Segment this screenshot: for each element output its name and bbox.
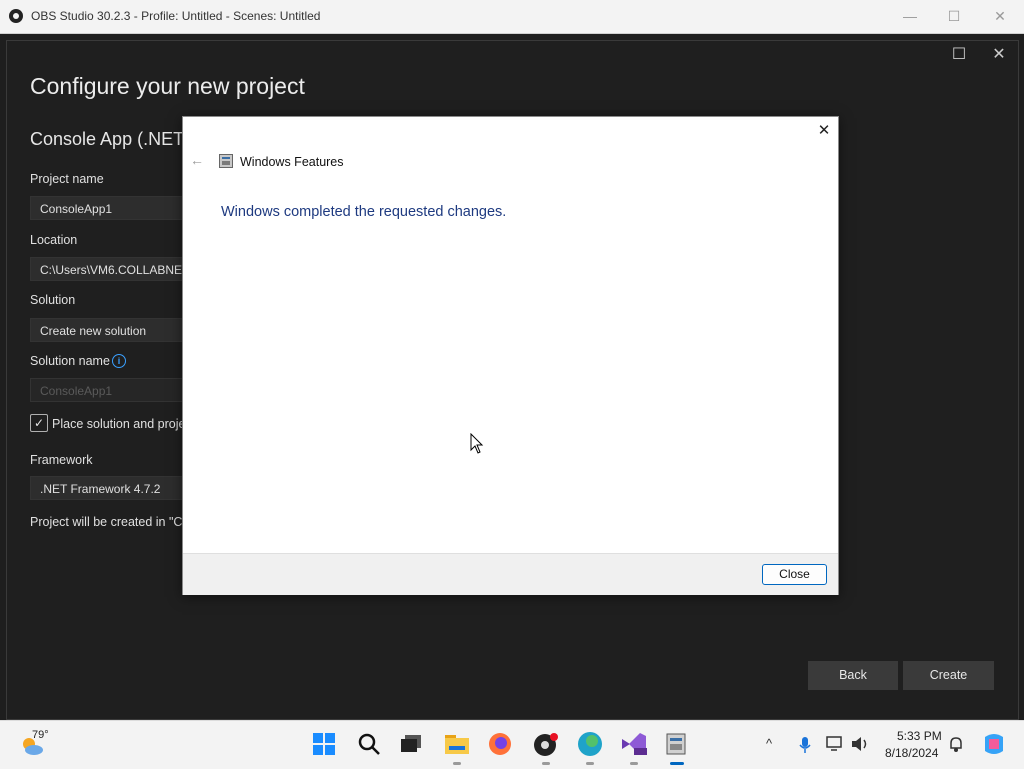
back-arrow-icon[interactable]: ← xyxy=(189,152,205,168)
weather-temperature: 79° xyxy=(32,729,49,741)
tray-chevron-icon[interactable]: ^ xyxy=(766,736,772,751)
windows-features-taskbar-icon[interactable] xyxy=(664,731,688,757)
copilot-icon[interactable] xyxy=(981,731,1007,757)
network-icon[interactable] xyxy=(826,736,846,752)
task-view-icon[interactable] xyxy=(399,733,423,755)
close-button[interactable]: Close xyxy=(762,564,827,585)
project-created-path-text: Project will be created in "C:\ xyxy=(30,515,190,529)
visual-studio-icon[interactable] xyxy=(620,731,648,757)
edge-running-indicator xyxy=(586,762,594,765)
location-label: Location xyxy=(30,233,78,247)
file-explorer-icon[interactable] xyxy=(444,732,470,756)
visual-studio-running-indicator xyxy=(630,762,638,765)
search-icon[interactable] xyxy=(357,732,381,756)
solution-label: Solution xyxy=(30,293,76,307)
solution-name-label: Solution name xyxy=(30,354,110,368)
obs-logo-icon xyxy=(9,9,23,23)
framework-dropdown[interactable]: .NET Framework 4.7.2 xyxy=(30,476,190,500)
place-solution-label: Place solution and project xyxy=(52,417,196,431)
obs-maximize-button[interactable]: ☐ xyxy=(939,6,969,26)
dialog-footer xyxy=(183,553,838,595)
edge-icon[interactable] xyxy=(577,731,603,757)
info-icon[interactable]: i xyxy=(112,354,126,368)
mouse-cursor-icon xyxy=(470,433,484,454)
obs-icon[interactable] xyxy=(533,731,559,757)
project-name-input[interactable]: ConsoleApp1 xyxy=(30,196,190,220)
solution-dropdown[interactable]: Create new solution xyxy=(30,318,190,342)
obs-close-button[interactable]: ✕ xyxy=(985,6,1015,26)
file-explorer-running-indicator xyxy=(453,762,461,765)
location-input[interactable]: C:\Users\VM6.COLLABNET\ xyxy=(30,257,190,281)
vs-maximize-button[interactable]: ☐ xyxy=(948,44,970,66)
windows-features-title: Windows Features xyxy=(240,155,344,169)
solution-name-input: ConsoleApp1 xyxy=(30,378,190,402)
start-icon[interactable] xyxy=(312,732,336,756)
page-title: Configure your new project xyxy=(30,73,305,99)
windows-features-icon xyxy=(219,154,233,168)
completion-message: Windows completed the requested changes. xyxy=(221,204,507,220)
clock-date[interactable]: 8/18/2024 xyxy=(885,746,938,760)
framework-label: Framework xyxy=(30,453,93,467)
vs-close-button[interactable]: ✕ xyxy=(988,44,1010,66)
windows-features-active-indicator xyxy=(670,762,684,765)
windows-features-dialog xyxy=(182,116,839,595)
firefox-icon[interactable] xyxy=(488,732,512,756)
obs-minimize-button[interactable]: — xyxy=(895,6,925,26)
obs-window-title: OBS Studio 30.2.3 - Profile: Untitled - … xyxy=(31,9,321,23)
clock-time[interactable]: 5:33 PM xyxy=(897,729,942,743)
back-button[interactable]: Back xyxy=(808,661,898,690)
place-solution-checkbox[interactable]: ✓ xyxy=(30,414,48,432)
create-button[interactable]: Create xyxy=(903,661,994,690)
microphone-icon[interactable] xyxy=(798,736,812,754)
project-type-title: Console App (.NET xyxy=(30,129,185,149)
notification-bell-icon[interactable] xyxy=(948,735,964,753)
volume-icon[interactable] xyxy=(851,736,871,752)
obs-running-indicator xyxy=(542,762,550,765)
project-name-label: Project name xyxy=(30,172,104,186)
windows-features-close-icon[interactable]: ✕ xyxy=(815,122,833,140)
